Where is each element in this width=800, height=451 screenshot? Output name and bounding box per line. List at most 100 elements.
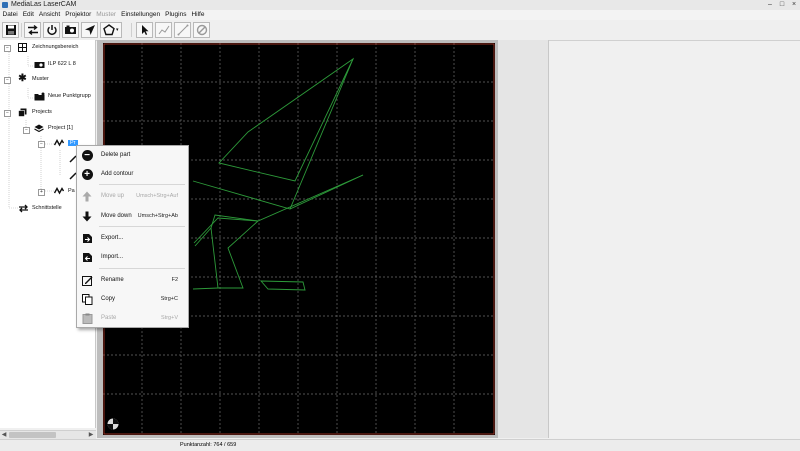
point-count: Punktanzahl: 764 / 659 [180,442,237,448]
power-button[interactable] [43,22,60,38]
tree-item-project[interactable]: Project [1] [34,124,73,133]
tree-item-muster[interactable]: ✱ Muster [18,73,49,84]
menu-item-add-contour[interactable]: + Add contour [77,166,188,182]
menu-edit[interactable]: Edit [20,10,36,20]
menu-item-paste[interactable]: Paste Strg+V [77,310,188,326]
tree-item-pointgroup[interactable]: Neue Punktgrupp [34,92,91,101]
tree-label: Projects [32,109,52,115]
menu-ansicht[interactable]: Ansicht [36,10,62,20]
pentagon-icon [103,24,115,36]
collapse-toggle[interactable]: − [4,110,11,117]
chevron-down-icon: ▾ [116,27,119,33]
tree-item-schnittstelle[interactable]: Schnittstelle [18,204,62,213]
tree-item-projects[interactable]: Projects [18,108,52,117]
collapse-toggle[interactable]: − [4,45,11,52]
asterisk-icon: ✱ [18,73,27,84]
projector-icon [65,25,76,34]
menu-separator [99,226,185,227]
scroll-thumb[interactable] [9,432,56,438]
laser-shape [192,57,364,291]
line-icon [177,24,188,36]
copy-icon [81,293,93,305]
menu-muster[interactable]: Muster [94,10,119,20]
menu-einstellungen[interactable]: Einstellungen [119,10,163,20]
title-bar: MediaLas LaserCAM – □ × [0,0,800,10]
projector-button[interactable] [62,22,79,38]
menu-projektor[interactable]: Projektor [63,10,94,20]
tree-label: Neue Punktgrupp [48,93,91,99]
save-button[interactable] [2,22,19,38]
polyline-tool-button[interactable] [155,22,172,38]
folder-icon [34,92,45,101]
menu-separator [99,184,185,185]
properties-pane [498,40,549,438]
plus-circle-icon: + [81,168,93,180]
menu-bar: Datei Edit Ansicht Projektor Muster Eins… [0,10,800,20]
close-button[interactable]: × [790,0,798,10]
menu-item-move-up[interactable]: Move up Umsch+Strg+Auf [77,188,188,204]
toolbar-separator [21,23,22,37]
tree-label: Project [1] [48,125,73,131]
menu-item-delete-part[interactable]: − Delete part [77,147,188,163]
menu-item-export[interactable]: Export... [77,230,188,246]
line-tool-button[interactable] [174,22,191,38]
part-icon [53,187,65,195]
arrow-up-icon [81,190,93,202]
app-icon [2,2,8,8]
tree-item-zeichnungsbereich[interactable]: Zeichnungsbereich [18,43,79,52]
shape-dropdown-button[interactable]: ▾ [100,22,122,38]
menu-plugins[interactable]: Plugins [163,10,189,20]
arrow-down-icon [81,210,93,222]
menu-item-copy[interactable]: Copy Strg+C [77,291,188,307]
maximize-button[interactable]: □ [778,0,786,10]
tree-label: Pa [68,188,75,194]
navigate-button[interactable] [81,22,98,38]
tree-item-part-selected[interactable]: Pr [53,139,78,147]
part-icon [53,139,65,147]
menu-item-rename[interactable]: Rename F2 [77,272,188,288]
expand-toggle[interactable]: + [38,189,45,196]
origin-marker-icon [107,418,119,430]
minimize-button[interactable]: – [766,0,774,10]
menu-item-move-down[interactable]: Move down Umsch+Strg+Ab [77,208,188,224]
power-icon [46,25,57,36]
collapse-toggle[interactable]: − [4,77,11,84]
stop-button[interactable] [193,22,210,38]
save-icon [5,25,16,35]
minus-circle-icon: − [81,149,93,161]
menu-item-import[interactable]: Import... [77,249,188,265]
status-bar: Punktanzahl: 764 / 659 [0,439,800,451]
menu-datei[interactable]: Datei [0,10,20,20]
swap-button[interactable] [24,22,41,38]
grid-icon [18,43,27,52]
collapse-toggle[interactable]: − [38,141,45,148]
tree-item-projector[interactable]: ILP 622 L 8 [34,60,76,68]
layers-icon [34,124,44,133]
menu-separator [99,268,185,269]
arrow-icon [84,25,95,35]
projector-icon [34,60,45,68]
interface-icon [18,204,28,213]
pointer-icon [141,25,148,35]
select-tool-button[interactable] [136,22,153,38]
window-title: MediaLas LaserCAM [11,1,77,8]
paste-icon [81,312,93,324]
rename-icon [81,274,93,286]
import-icon [81,251,93,263]
tree-label: Schnittstelle [32,205,62,211]
stop-icon [196,24,207,36]
tree-label: ILP 622 L 8 [48,61,76,67]
collapse-toggle[interactable]: − [23,127,30,134]
window-controls: – □ × [766,0,798,10]
toolbar: ▾ [0,20,800,41]
export-icon [81,232,93,244]
tree-label: Zeichnungsbereich [32,44,79,50]
menu-hilfe[interactable]: Hilfe [189,10,207,20]
swap-icon [27,24,38,36]
toolbar-separator [131,23,132,37]
context-menu: − Delete part + Add contour Move up Umsc… [76,145,189,328]
tree-label: Muster [32,76,49,82]
stack-icon [18,108,27,117]
polyline-icon [158,25,169,35]
tree-item-part[interactable]: Pa [53,187,75,195]
